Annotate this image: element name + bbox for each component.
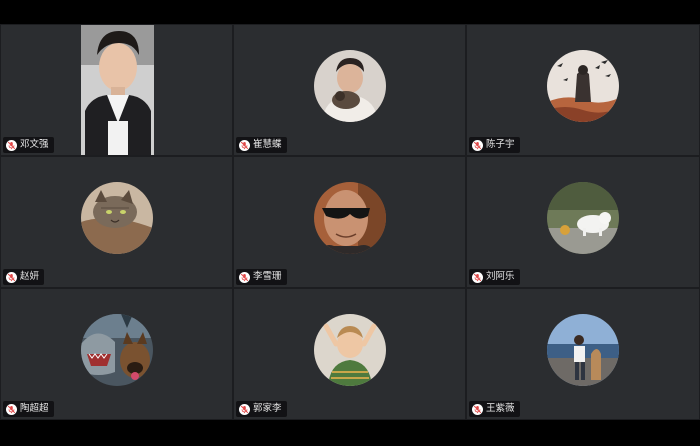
participant-avatar [313,314,386,386]
participant-avatar [547,50,619,122]
participant-tile[interactable]: 崔慧蝶 [233,24,466,156]
participant-name-tag: 郭家李 [236,401,287,417]
mic-muted-icon [239,271,250,283]
participant-avatar [547,314,619,386]
mic-muted-icon [6,403,17,415]
participant-name: 刘阿乐 [486,271,515,282]
participant-name-tag: 陈子宇 [469,137,520,153]
mic-muted-icon [239,403,250,415]
participant-name: 崔慧蝶 [253,139,282,150]
participant-avatar [547,182,619,254]
participant-tile[interactable]: 刘阿乐 [466,156,700,288]
participant-tile[interactable]: 赵妍 [0,156,233,288]
participant-name-tag: 王紫薇 [469,401,520,417]
participant-tile[interactable]: 郭家李 [233,288,466,420]
participant-avatar [313,182,386,254]
participant-name-tag: 刘阿乐 [469,269,520,285]
participant-tile[interactable]: 陈子宇 [466,24,700,156]
participant-name-tag: 李雪珊 [236,269,287,285]
mic-muted-icon [472,271,483,283]
participant-avatar [80,182,153,254]
participant-name: 陶超超 [20,403,49,414]
participant-tile[interactable]: 王紫薇 [466,288,700,420]
participant-name: 王紫薇 [486,403,515,414]
mic-muted-icon [472,403,483,415]
participant-name: 李雪珊 [253,271,282,282]
participant-tile[interactable]: 陶超超 [0,288,233,420]
mic-muted-icon [6,139,17,151]
participant-name: 赵妍 [20,271,40,282]
video-grid: 邓文强 崔慧蝶 陈子宇 赵妍 李雪珊 刘阿乐 陶超超 郭家李 王紫薇 [0,24,700,420]
participant-name-tag: 邓文强 [3,137,54,153]
camera-video-feed [81,25,154,155]
participant-tile[interactable]: 邓文强 [0,24,233,156]
participant-avatar [80,314,153,386]
participant-name: 邓文强 [20,139,49,150]
participant-tile[interactable]: 李雪珊 [233,156,466,288]
mic-muted-icon [239,139,250,151]
participant-name-tag: 崔慧蝶 [236,137,287,153]
mic-muted-icon [472,139,483,151]
participant-avatar [313,50,386,122]
mic-muted-icon [6,271,17,283]
participant-name: 陈子宇 [486,139,515,150]
participant-name-tag: 赵妍 [3,269,45,285]
participant-name: 郭家李 [253,403,282,414]
participant-name-tag: 陶超超 [3,401,54,417]
